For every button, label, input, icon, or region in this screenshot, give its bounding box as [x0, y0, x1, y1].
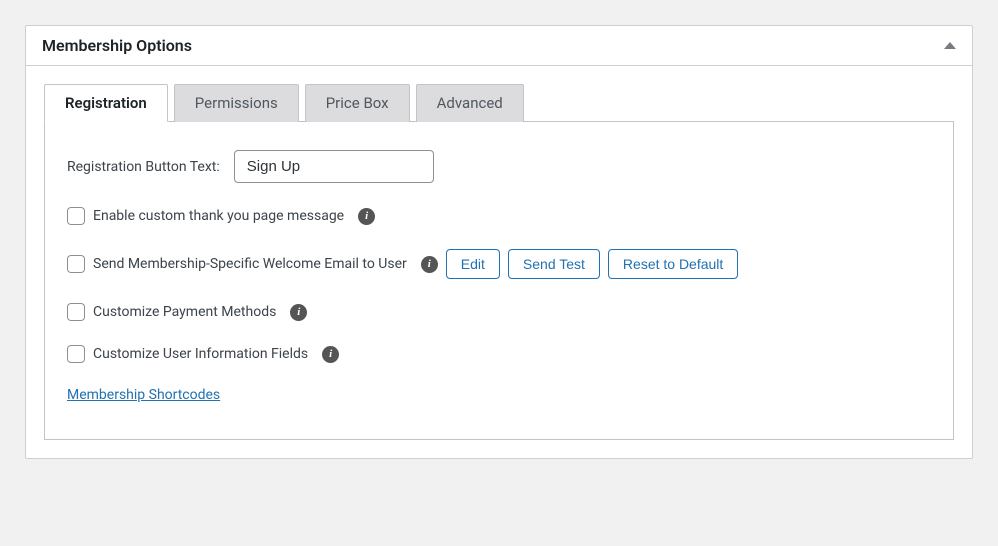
- user-fields-checkbox[interactable]: [67, 345, 85, 363]
- info-icon[interactable]: i: [358, 208, 375, 225]
- reset-default-button[interactable]: Reset to Default: [608, 249, 738, 279]
- welcome-email-buttons: Edit Send Test Reset to Default: [446, 249, 739, 279]
- tab-advanced[interactable]: Advanced: [416, 84, 524, 122]
- panel-header[interactable]: Membership Options: [26, 26, 972, 66]
- tab-registration[interactable]: Registration: [44, 84, 168, 122]
- registration-button-text-input[interactable]: [234, 150, 434, 183]
- info-icon[interactable]: i: [322, 346, 339, 363]
- panel-body: Registration Permissions Price Box Advan…: [26, 66, 972, 458]
- panel-title: Membership Options: [42, 36, 192, 55]
- thank-you-label: Enable custom thank you page message: [93, 208, 344, 224]
- caret-up-icon: [944, 42, 956, 49]
- payment-methods-checkbox[interactable]: [67, 303, 85, 321]
- registration-button-text-row: Registration Button Text:: [67, 150, 931, 183]
- payment-methods-label: Customize Payment Methods: [93, 304, 276, 320]
- welcome-email-checkbox[interactable]: [67, 255, 85, 273]
- tab-content-registration: Registration Button Text: Enable custom …: [44, 122, 954, 440]
- payment-methods-row: Customize Payment Methods i: [67, 303, 931, 321]
- tabs: Registration Permissions Price Box Advan…: [44, 84, 954, 122]
- membership-shortcodes-link[interactable]: Membership Shortcodes: [67, 387, 220, 403]
- thank-you-checkbox[interactable]: [67, 207, 85, 225]
- send-test-button[interactable]: Send Test: [508, 249, 600, 279]
- registration-button-text-label: Registration Button Text:: [67, 159, 220, 175]
- info-icon[interactable]: i: [421, 256, 438, 273]
- user-fields-row: Customize User Information Fields i: [67, 345, 931, 363]
- shortcodes-link-row: Membership Shortcodes: [67, 387, 931, 403]
- thank-you-row: Enable custom thank you page message i: [67, 207, 931, 225]
- tab-permissions[interactable]: Permissions: [174, 84, 299, 122]
- welcome-email-label: Send Membership-Specific Welcome Email t…: [93, 256, 407, 272]
- info-icon[interactable]: i: [290, 304, 307, 321]
- membership-options-panel: Membership Options Registration Permissi…: [25, 25, 973, 459]
- welcome-email-row: Send Membership-Specific Welcome Email t…: [67, 249, 931, 279]
- tab-price-box[interactable]: Price Box: [305, 84, 410, 122]
- user-fields-label: Customize User Information Fields: [93, 346, 308, 362]
- edit-button[interactable]: Edit: [446, 249, 500, 279]
